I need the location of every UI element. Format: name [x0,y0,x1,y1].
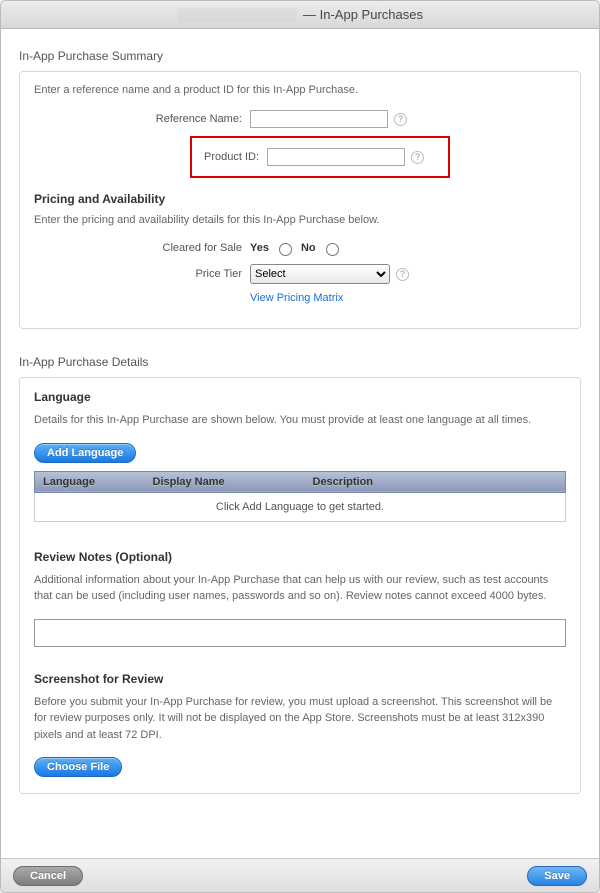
iap-window: — In-App Purchases In-App Purchase Summa… [0,0,600,893]
product-id-label: Product ID: [204,151,259,163]
col-language: Language [35,471,145,492]
language-heading: Language [34,390,566,404]
pricing-intro: Enter the pricing and availability detai… [34,214,566,226]
help-icon[interactable]: ? [396,268,409,281]
bottom-bar: Cancel Save [1,858,599,892]
cancel-button[interactable]: Cancel [13,866,83,886]
reference-name-input[interactable] [250,110,388,128]
col-display-name: Display Name [145,471,305,492]
save-button[interactable]: Save [527,866,587,886]
reference-name-label: Reference Name: [34,113,250,125]
window-title: — In-App Purchases [303,7,423,22]
cleared-no-label: No [301,242,316,254]
pricing-heading: Pricing and Availability [34,192,566,206]
cleared-no-radio[interactable] [326,243,339,256]
col-description: Description [305,471,538,492]
content-scroll[interactable]: In-App Purchase Summary Enter a referenc… [1,29,599,858]
cleared-for-sale-row: Cleared for Sale Yes No [34,240,566,256]
titlebar: — In-App Purchases [1,1,599,29]
price-tier-select[interactable]: Select [250,264,390,284]
details-heading: In-App Purchase Details [19,355,581,369]
cleared-yes-label: Yes [250,242,269,254]
review-notes-textarea[interactable] [34,619,566,647]
view-pricing-matrix-row: View Pricing Matrix [34,292,566,304]
price-tier-row: Price Tier Select ? [34,264,566,284]
choose-file-button[interactable]: Choose File [34,757,122,777]
price-tier-label: Price Tier [34,268,250,280]
review-notes-heading: Review Notes (Optional) [34,550,566,564]
screenshot-intro: Before you submit your In-App Purchase f… [34,694,566,744]
language-table: Language Display Name Description Click … [34,471,566,522]
col-actions [538,471,566,492]
cleared-yes-radio[interactable] [279,243,292,256]
review-notes-intro: Additional information about your In-App… [34,572,566,605]
view-pricing-matrix-link[interactable]: View Pricing Matrix [250,292,343,304]
help-icon[interactable]: ? [411,151,424,164]
help-icon[interactable]: ? [394,113,407,126]
details-panel: Language Details for this In-App Purchas… [19,377,581,794]
summary-intro: Enter a reference name and a product ID … [34,84,566,96]
app-name-redacted [177,8,297,22]
product-id-input[interactable] [267,148,405,166]
language-empty-message: Click Add Language to get started. [35,492,566,521]
screenshot-heading: Screenshot for Review [34,672,566,686]
add-language-button[interactable]: Add Language [34,443,136,463]
reference-name-row: Reference Name: ? [34,110,566,128]
cleared-for-sale-label: Cleared for Sale [34,242,250,254]
product-id-highlight: Product ID: ? [190,136,450,178]
language-intro: Details for this In-App Purchase are sho… [34,412,566,429]
summary-heading: In-App Purchase Summary [19,49,581,63]
summary-panel: Enter a reference name and a product ID … [19,71,581,329]
